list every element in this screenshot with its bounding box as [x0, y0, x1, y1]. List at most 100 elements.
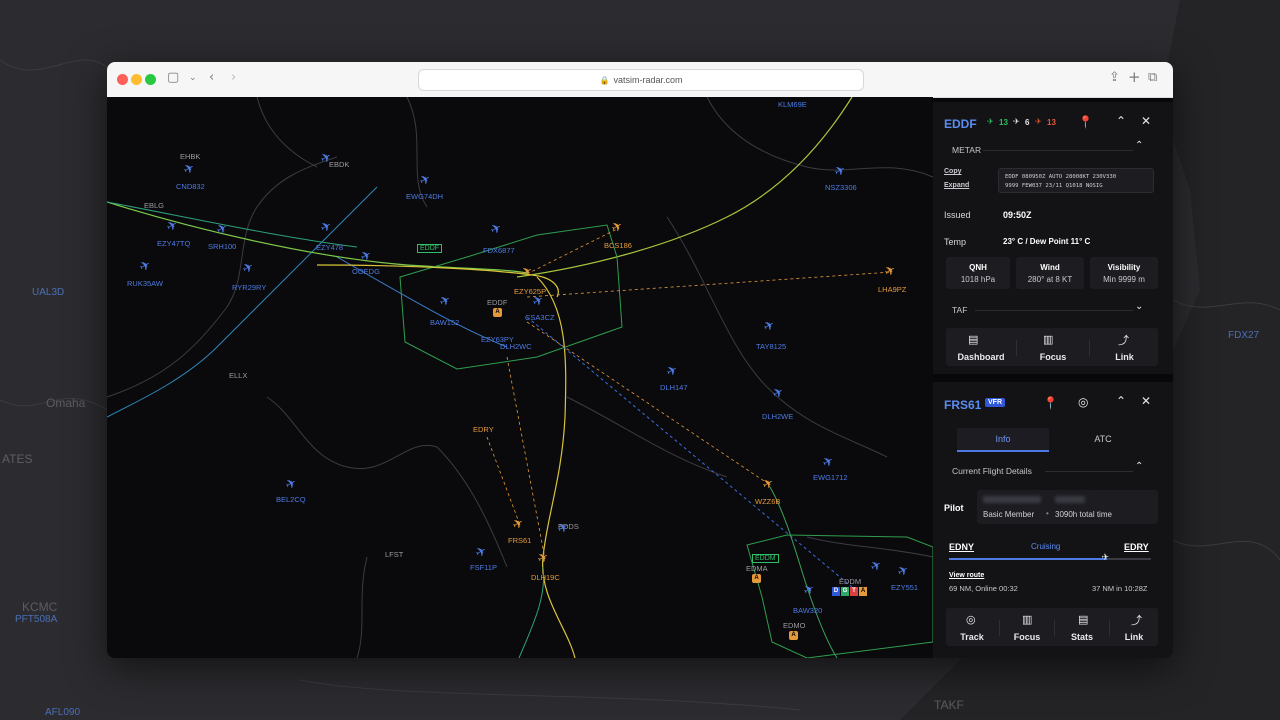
aircraft-callsign[interactable]: FDX6877 — [483, 246, 515, 255]
link-button[interactable]: Link — [1091, 352, 1158, 362]
aircraft-callsign[interactable]: BCS186 — [604, 241, 632, 250]
aircraft-callsign[interactable]: EDDM — [752, 554, 779, 563]
eddf-airport-marker[interactable]: A — [493, 308, 502, 317]
aircraft-callsign[interactable]: BEL2CQ — [276, 495, 306, 504]
sidebar-icon[interactable]: ▢ — [167, 70, 179, 85]
airport-label[interactable]: EDDF — [487, 298, 507, 307]
flight-callsign: FRS61 — [944, 398, 982, 412]
taf-expand-icon[interactable]: ⌄ — [1135, 301, 1143, 312]
view-route-link[interactable]: View route — [949, 572, 984, 579]
collapse-chevron-icon[interactable]: ⌃ — [1116, 394, 1126, 408]
focus-map-icon: ▥ — [1043, 333, 1054, 346]
aircraft-callsign[interactable]: BAW320 — [793, 606, 822, 615]
close-window-dot[interactable] — [117, 74, 128, 85]
share-link-icon: ⤴ — [1118, 334, 1129, 347]
aircraft-callsign[interactable]: CSA3CZ — [525, 313, 555, 322]
aircraft-callsign[interactable]: OOEDG — [352, 267, 380, 276]
aircraft-callsign[interactable]: KLM69E — [778, 100, 807, 109]
aircraft-callsign[interactable]: CND832 — [176, 182, 205, 191]
address-bar[interactable]: 🔒 vatsim-radar.com — [418, 69, 864, 91]
aircraft-callsign[interactable]: FSF11P — [470, 563, 497, 572]
wind-value: 280° at 8 KT — [1027, 275, 1073, 284]
origin-airport[interactable]: EDNY — [949, 542, 974, 552]
pin-icon[interactable]: 📍 — [1078, 115, 1093, 129]
aircraft-callsign[interactable]: RYR29RY — [232, 283, 266, 292]
dashboard-button[interactable]: Dashboard — [946, 352, 1016, 362]
airport-label[interactable]: EBLG — [144, 201, 164, 210]
metar-collapse-icon[interactable]: ⌃ — [1135, 140, 1143, 151]
pilot-box: Basic Member • 3090h total time — [977, 490, 1158, 524]
eddm-atc-marker[interactable]: D G T A — [832, 587, 867, 596]
distance-remaining: 37 NM in 10:28Z — [1092, 584, 1148, 593]
airport-label[interactable]: LFST — [385, 550, 403, 559]
link-button[interactable]: Link — [1110, 632, 1158, 642]
aircraft-callsign[interactable]: EZY47TQ — [157, 239, 190, 248]
aircraft-callsign[interactable]: EDDF — [417, 244, 443, 253]
close-icon[interactable]: ✕ — [1141, 394, 1151, 408]
zoom-window-dot[interactable] — [145, 74, 156, 85]
tab-info[interactable]: Info — [957, 428, 1049, 452]
aircraft-callsign[interactable]: FRS61 — [508, 536, 531, 545]
share-link-icon: ⤴ — [1131, 614, 1142, 627]
new-tab-icon[interactable]: + — [1128, 68, 1141, 86]
aircraft-callsign[interactable]: DLH19C — [531, 573, 560, 582]
focus-button[interactable]: Focus — [1001, 632, 1053, 642]
airport-panel: EDDF ✈ 13 ✈ 6 ✈ 13 📍 ⌃ ✕ METAR ⌃ Copy Ex… — [933, 102, 1173, 374]
share-icon[interactable]: ⇪ — [1109, 70, 1120, 85]
action-separator-1 — [1016, 340, 1017, 356]
focus-map-icon: ▥ — [1022, 613, 1033, 626]
tabs-overview-icon[interactable]: ⧉ — [1148, 70, 1157, 85]
background-label: PFT508A — [15, 614, 58, 625]
radar-map[interactable]: KLM69E EHBK EBDK CND832 EWG74DH NSZ3306 EBLG EZ… — [107, 97, 933, 658]
wind-label: Wind — [1040, 263, 1060, 272]
airport-label[interactable]: EDDM — [839, 577, 861, 586]
aircraft-callsign[interactable]: DLH2WC — [500, 342, 532, 351]
departures-count: 13 — [999, 118, 1008, 127]
aircraft-callsign[interactable]: EZY478 — [316, 243, 343, 252]
wind-box: Wind 280° at 8 KT — [1016, 257, 1084, 289]
aircraft-callsign[interactable]: WZZ6B — [755, 497, 780, 506]
aircraft-callsign[interactable]: RUK35AW — [127, 279, 163, 288]
destination-airport[interactable]: EDRY — [1124, 542, 1149, 552]
pin-icon[interactable]: 📍 — [1043, 396, 1058, 410]
distance-flown: 69 NM, Online 00:32 — [949, 584, 1018, 593]
background-label: KCMC — [22, 600, 58, 614]
aircraft-callsign[interactable]: BAW152 — [430, 318, 459, 327]
edma-airport-marker[interactable]: A — [752, 574, 761, 583]
airport-label[interactable]: EDMA — [746, 564, 768, 573]
aircraft-callsign[interactable]: EWG74DH — [406, 192, 443, 201]
chevron-down-icon[interactable]: ⌄ — [189, 73, 197, 83]
minimize-window-dot[interactable] — [131, 74, 142, 85]
aircraft-callsign[interactable]: TAY8125 — [756, 342, 786, 351]
aircraft-callsign[interactable]: SRH100 — [208, 242, 236, 251]
stats-button[interactable]: Stats — [1056, 632, 1108, 642]
delivery-badge: D — [832, 587, 840, 596]
background-label: Omaha — [46, 396, 86, 410]
aircraft-callsign[interactable]: EDRY — [473, 425, 494, 434]
aircraft-callsign[interactable]: DLH147 — [660, 383, 688, 392]
ground-badge: G — [841, 587, 849, 596]
aircraft-callsign[interactable]: DLH2WE — [762, 412, 793, 421]
edmo-airport-marker[interactable]: A — [789, 631, 798, 640]
departures-icon: ✈ — [987, 117, 994, 126]
track-target-icon[interactable]: ◎ — [1078, 395, 1088, 409]
focus-button[interactable]: Focus — [1018, 352, 1088, 362]
aircraft-callsign[interactable]: LHA9PZ — [878, 285, 906, 294]
back-arrow-icon[interactable]: ‹ — [209, 70, 214, 85]
expand-metar-link[interactable]: Expand — [944, 182, 969, 189]
taf-section-title: TAF — [952, 305, 968, 315]
aircraft-callsign[interactable]: NSZ3306 — [825, 183, 857, 192]
close-icon[interactable]: ✕ — [1141, 114, 1151, 128]
copy-metar-link[interactable]: Copy — [944, 168, 962, 175]
aircraft-callsign[interactable]: EWG1712 — [813, 473, 848, 482]
airport-label[interactable]: ELLX — [229, 371, 247, 380]
details-collapse-icon[interactable]: ⌃ — [1135, 461, 1143, 472]
forward-arrow-icon[interactable]: › — [231, 70, 236, 85]
collapse-chevron-icon[interactable]: ⌃ — [1116, 114, 1126, 128]
metar-divider — [983, 150, 1133, 151]
flight-panel: FRS61 VFR 📍 ◎ ⌃ ✕ Info ATC Current Fligh… — [933, 382, 1173, 658]
aircraft-callsign[interactable]: EZY551 — [891, 583, 918, 592]
track-button[interactable]: Track — [946, 632, 998, 642]
airport-label[interactable]: EDMO — [783, 621, 806, 630]
tab-atc[interactable]: ATC — [1057, 428, 1149, 452]
